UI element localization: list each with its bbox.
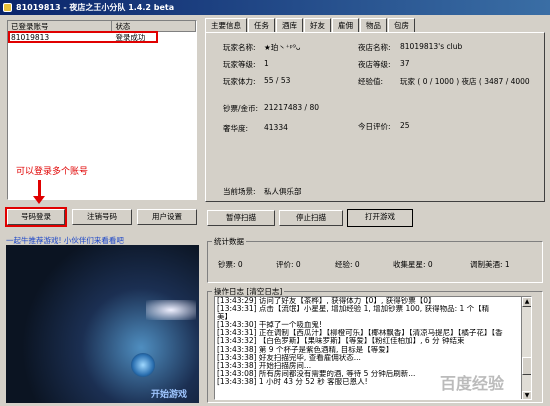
player-name-label: 玩家名称: bbox=[223, 43, 256, 52]
stamina-value: 55 / 53 bbox=[264, 76, 291, 85]
main-window: 81019813 - 夜店之王小分队 1.4.2 beta 已登录账号 状态 8… bbox=[0, 0, 550, 406]
log-line: [13:43:38] 开始扫描房间... bbox=[217, 361, 312, 370]
today-rating-label: 今日评价: bbox=[358, 122, 391, 131]
club-name-value: 81019813's club bbox=[400, 42, 463, 51]
luxury-label: 奢华度: bbox=[223, 124, 249, 133]
tab-employ[interactable]: 雇佣 bbox=[332, 18, 359, 32]
tab-items[interactable]: 物品 bbox=[360, 18, 387, 32]
stat-money: 钞票: 0 bbox=[218, 260, 243, 269]
stats-title: 统计数据 bbox=[212, 236, 246, 247]
annotation-arrowhead bbox=[33, 196, 45, 204]
annotation-text: 可以登录多个账号 bbox=[16, 167, 89, 177]
log-line: [13:43:38] 第 9 个杯子是紫色酒精, 目标是【等爱】 bbox=[217, 345, 394, 354]
stop-scan-button[interactable]: 停止扫描 bbox=[279, 210, 343, 226]
logout-button[interactable]: 注销号码 bbox=[72, 209, 132, 225]
player-level-label: 玩家等级: bbox=[223, 60, 256, 69]
tab-wine-cellar[interactable]: 酒库 bbox=[276, 18, 303, 32]
scene-value: 私人俱乐部 bbox=[264, 187, 302, 196]
app-icon bbox=[3, 3, 12, 12]
col-account[interactable]: 已登录账号 bbox=[8, 21, 113, 31]
log-title-text: 操作日志 bbox=[214, 287, 244, 296]
player-level-value: 1 bbox=[264, 59, 269, 68]
money-value: 21217483 / 80 bbox=[264, 103, 320, 112]
stamina-label: 玩家体力: bbox=[223, 77, 256, 86]
today-rating-value: 25 bbox=[400, 121, 410, 130]
tab-main-info[interactable]: 主要信息 bbox=[205, 18, 247, 33]
club-name-label: 夜店名称: bbox=[358, 43, 391, 52]
log-line: [13:43:32] 【白色罗斯】【果味罗斯】【等爱】【粉红佳柏加】, 6 分 … bbox=[217, 337, 465, 346]
luxury-value: 41334 bbox=[264, 123, 288, 132]
club-level-value: 37 bbox=[400, 59, 410, 68]
tab-tasks[interactable]: 任务 bbox=[248, 18, 275, 32]
stat-mix: 调制美酒: 1 bbox=[470, 260, 510, 269]
promo-orb bbox=[131, 353, 155, 377]
tab-bar: 主要信息 任务 酒库 好友 雇佣 物品 包房 bbox=[205, 18, 416, 33]
clear-log-link[interactable]: 清空日志 bbox=[249, 287, 279, 296]
scroll-up-icon[interactable]: ▲ bbox=[522, 297, 531, 307]
highlight-account-row bbox=[8, 31, 158, 43]
club-level-label: 夜店等级: bbox=[358, 60, 391, 69]
log-line: [13:43:31] 正在调制【西瓜汁】【柳橙可乐】【椰林飘香】【清凉马提尼】【… bbox=[217, 329, 503, 338]
log-scrollbar[interactable]: ▲ ▼ bbox=[521, 297, 531, 399]
main-info-panel bbox=[205, 32, 545, 202]
tab-private-room[interactable]: 包房 bbox=[388, 18, 415, 32]
log-line: [13:43:30] 干掉了一个吸血鬼! bbox=[217, 321, 322, 330]
highlight-login-button bbox=[5, 207, 67, 227]
window-title: 81019813 - 夜店之王小分队 1.4.2 beta bbox=[16, 3, 175, 12]
scroll-thumb[interactable] bbox=[522, 357, 531, 375]
promo-game-text: 开始游戏 bbox=[151, 390, 188, 400]
player-name-value: ★珀丶⁺ᵖ⁹ᴗ bbox=[264, 43, 301, 52]
stat-stars: 收集星星: 0 bbox=[393, 260, 433, 269]
title-bar: 81019813 - 夜店之王小分队 1.4.2 beta bbox=[0, 0, 550, 15]
exp-label: 经验值: bbox=[358, 77, 384, 86]
stat-rating: 评价: 0 bbox=[276, 260, 301, 269]
open-game-button[interactable]: 打开游戏 bbox=[347, 209, 413, 227]
log-line: [13:43:38] 好友扫描完毕, 查看雇佣状态... bbox=[217, 353, 361, 362]
exp-value: 玩家 ( 0 / 1000 ) 夜店 ( 3487 / 4000 bbox=[400, 77, 530, 86]
promo-glow bbox=[146, 300, 196, 320]
log-line: 美】 bbox=[217, 313, 232, 322]
col-status[interactable]: 状态 bbox=[112, 21, 196, 31]
stat-exp: 经验: 0 bbox=[335, 260, 360, 269]
log-line: [13:43:29] 访问了好友【茶桦】, 获得体力【0】, 获得钞票【0】 bbox=[217, 297, 436, 305]
watermark: 百度经验 bbox=[440, 374, 505, 393]
log-line: [13:43:31] 点击【流氓】小星星, 增加经验 1, 增加钞票 100, … bbox=[217, 305, 490, 314]
promo-game-image[interactable]: 开始游戏 bbox=[6, 245, 199, 403]
tab-friends[interactable]: 好友 bbox=[304, 18, 331, 32]
pause-scan-button[interactable]: 暂停扫描 bbox=[207, 210, 275, 226]
scene-label: 当前场景: bbox=[223, 187, 256, 196]
user-settings-button[interactable]: 用户设置 bbox=[137, 209, 197, 225]
scroll-down-icon[interactable]: ▼ bbox=[522, 391, 531, 399]
money-label: 钞票/金币: bbox=[223, 104, 259, 113]
